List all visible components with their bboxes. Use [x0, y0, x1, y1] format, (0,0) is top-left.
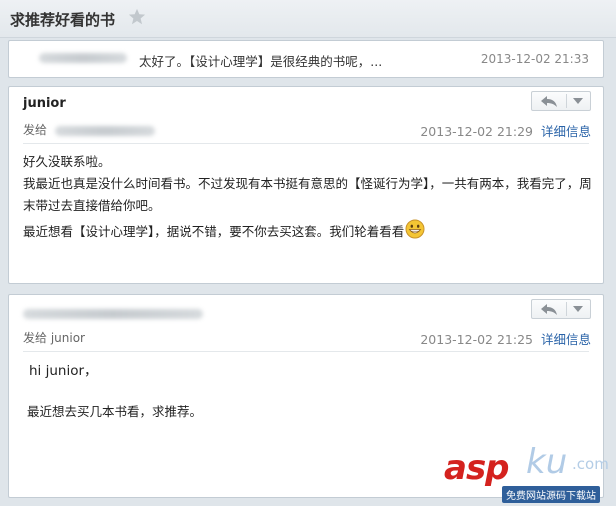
reply-icon[interactable] — [540, 302, 558, 316]
blurred-recipient — [54, 126, 155, 136]
blurred-sender-email — [23, 309, 203, 319]
date-row: 2013-12-02 21:25 详细信息 — [420, 329, 591, 348]
message-date: 2013-12-02 21:25 — [420, 332, 533, 347]
action-separator — [566, 302, 567, 316]
recipient-row: 发给 — [23, 121, 155, 138]
watermark-com: .com — [572, 455, 609, 473]
message-actions — [531, 299, 591, 319]
message-body: hi junior， 最近想去买几本书看，求推荐。 — [27, 359, 587, 423]
subject-bar: 求推荐好看的书 — [0, 0, 616, 38]
message-card-junior: junior 发给 2013-12-02 21:29 详细信息 好久没联系啦。 … — [8, 86, 604, 284]
watermark-asp: asp — [444, 448, 510, 488]
chevron-down-icon[interactable] — [572, 97, 584, 105]
sender-name: junior — [23, 96, 66, 111]
chevron-down-icon[interactable] — [572, 305, 584, 313]
header-divider — [23, 143, 589, 144]
watermark-ku: ku — [526, 442, 568, 482]
message-date: 2013-12-02 21:29 — [420, 124, 533, 139]
blurred-sender — [39, 53, 127, 63]
message-preview: 太好了。【设计心理学】是很经典的书呢，... — [139, 54, 383, 69]
details-link[interactable]: 详细信息 — [541, 124, 591, 139]
body-line: 最近想看【设计心理学】，据说不错，要不你去买这套。我们轮着看看 — [23, 219, 593, 243]
body-line: 最近想去买几本书看，求推荐。 — [27, 404, 203, 419]
star-icon[interactable] — [128, 8, 146, 26]
body-line: 我最近也真是没什么时间看书。不过发现有本书挺有意思的【怪诞行为学】，一共有两本，… — [23, 176, 592, 213]
grin-emoji-icon — [405, 219, 425, 239]
body-greeting: hi junior， — [29, 363, 98, 379]
subject-title: 求推荐好看的书 — [10, 11, 116, 29]
body-line-text: 最近想看【设计心理学】，据说不错，要不你去买这套。我们轮着看看 — [23, 224, 405, 239]
watermark-caption: 免费网站源码下载站 — [502, 486, 600, 503]
recipient-row: 发给 junior — [23, 331, 85, 345]
header-divider — [23, 351, 589, 352]
message-body: 好久没联系啦。 我最近也真是没什么时间看书。不过发现有本书挺有意思的【怪诞行为学… — [23, 151, 593, 243]
date-row: 2013-12-02 21:29 详细信息 — [420, 121, 591, 140]
action-separator — [566, 94, 567, 108]
to-prefix: 发给 — [23, 123, 48, 137]
message-date: 2013-12-02 21:33 — [480, 52, 589, 66]
message-card-original: 发给 junior 2013-12-02 21:25 详细信息 hi junio… — [8, 294, 604, 498]
message-actions — [531, 91, 591, 111]
collapsed-message[interactable]: 太好了。【设计心理学】是很经典的书呢，... 2013-12-02 21:33 — [8, 40, 604, 78]
body-line: 好久没联系啦。 — [23, 154, 111, 169]
reply-icon[interactable] — [540, 94, 558, 108]
details-link[interactable]: 详细信息 — [541, 332, 591, 347]
